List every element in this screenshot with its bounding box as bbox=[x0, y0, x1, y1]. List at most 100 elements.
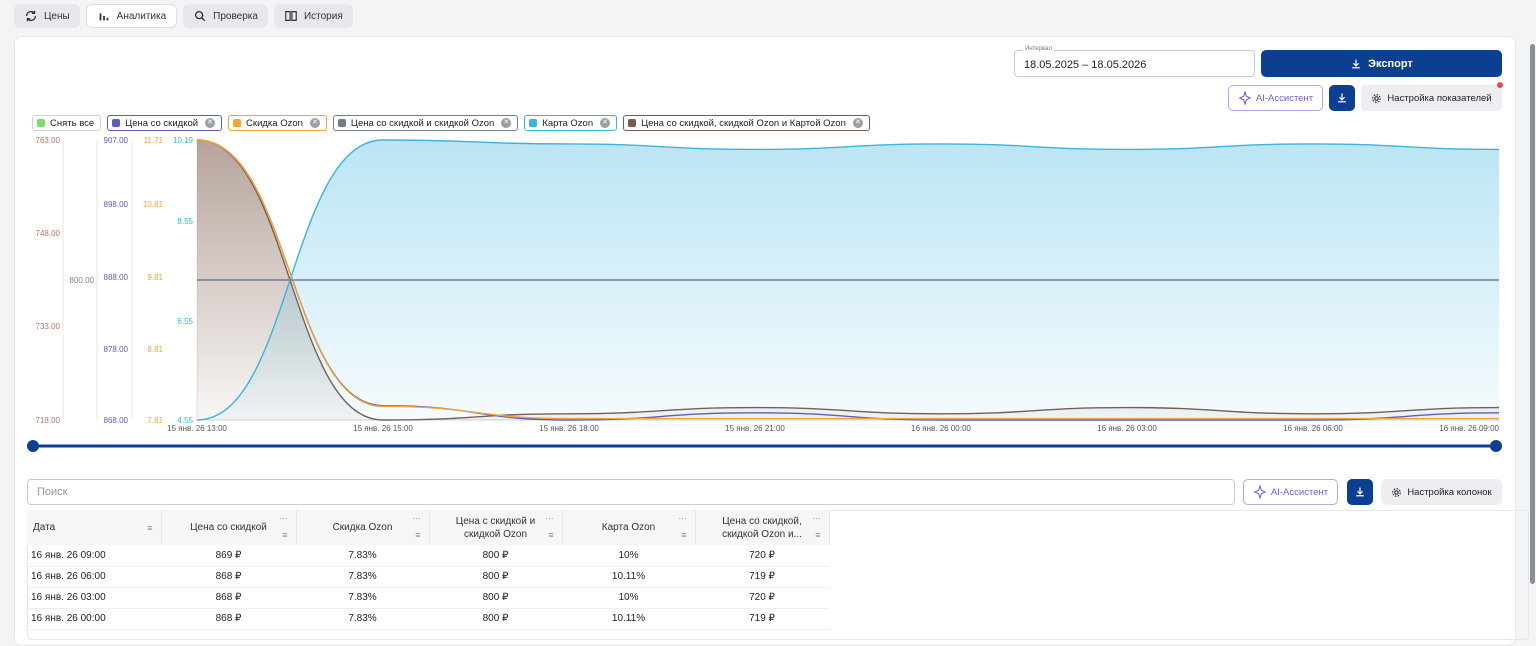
y-tick-label: 8.81 bbox=[147, 345, 163, 354]
cell-full-price: 719 ₽ bbox=[695, 566, 829, 588]
column-header-date[interactable]: Дата ≡ bbox=[27, 510, 162, 545]
cell-date: 16 янв. 26 09:00 bbox=[27, 545, 161, 567]
cell-discount-price: 868 ₽ bbox=[161, 587, 296, 609]
y-tick-label: 9.81 bbox=[147, 273, 163, 282]
remove-icon[interactable]: ✕ bbox=[501, 118, 512, 128]
column-settings-label: Настройка колонок bbox=[1407, 486, 1492, 498]
x-tick-label: 16 янв. 26 00:00 bbox=[911, 424, 971, 433]
range-slider-right-handle[interactable] bbox=[1490, 440, 1502, 452]
remove-icon[interactable]: ✕ bbox=[205, 118, 216, 128]
column-title: Цена с скидкой и скидкой Ozon bbox=[455, 515, 536, 540]
y-tick-label: 8.55 bbox=[177, 217, 193, 226]
table-row[interactable]: 16 янв. 26 00:00 868 ₽ 7.83% 800 ₽ 10.11… bbox=[27, 608, 829, 630]
column-more-icon[interactable]: ⋯ bbox=[280, 512, 288, 525]
column-menu-icon[interactable]: ≡ bbox=[815, 529, 820, 542]
download-icon bbox=[1338, 93, 1346, 103]
legend-chip-price-with-ozon[interactable]: Цена со скидкой и скидкой Ozon ✕ bbox=[332, 115, 519, 131]
legend-chip-ozon-card[interactable]: Карта Ozon ✕ bbox=[524, 115, 618, 131]
y-tick-label: 888.00 bbox=[104, 273, 129, 282]
y-tick-label: 10.81 bbox=[143, 200, 164, 209]
column-menu-icon[interactable]: ≡ bbox=[548, 529, 553, 542]
chart-download-button[interactable] bbox=[1329, 85, 1355, 111]
legend-label: Скидка Ozon bbox=[246, 117, 303, 129]
tab-prices[interactable]: Цены bbox=[14, 4, 80, 28]
cell-date: 16 янв. 26 00:00 bbox=[27, 608, 161, 630]
legend-swatch bbox=[529, 119, 538, 127]
range-slider-left-handle[interactable] bbox=[27, 440, 39, 452]
legend-chip-ozon-discount[interactable]: Скидка Ozon ✕ bbox=[228, 115, 327, 131]
legend-chip-full-price[interactable]: Цена со скидкой, скидкой Ozon и Картой O… bbox=[623, 115, 870, 131]
legend-swatch bbox=[337, 119, 346, 127]
column-title: Карта Ozon bbox=[601, 522, 656, 533]
remove-icon[interactable]: ✕ bbox=[309, 118, 320, 128]
interval-label: Интервал bbox=[1023, 46, 1054, 52]
y-tick-label: 898.00 bbox=[104, 200, 129, 209]
column-menu-icon[interactable]: ≡ bbox=[415, 529, 420, 542]
column-title: Цена со скидкой bbox=[190, 522, 267, 533]
legend-chip-clear-all[interactable]: Снять все bbox=[32, 115, 102, 131]
column-more-icon[interactable]: ⋯ bbox=[679, 512, 687, 525]
legend-chip-discount-price[interactable]: Цена со скидкой ✕ bbox=[107, 115, 223, 131]
table-download-button[interactable] bbox=[1347, 479, 1373, 505]
cell-full-price: 720 ₽ bbox=[695, 587, 829, 609]
legend-label: Цена со скидкой и скидкой Ozon bbox=[350, 117, 495, 129]
x-tick-label: 15 янв. 26 13:00 bbox=[167, 424, 227, 433]
export-button[interactable]: Экспорт bbox=[1261, 50, 1502, 77]
tab-analytics[interactable]: Аналитика bbox=[85, 4, 178, 28]
tab-history[interactable]: История bbox=[273, 4, 353, 28]
table-row[interactable]: 16 янв. 26 09:00 869 ₽ 7.83% 800 ₽ 10% 7… bbox=[27, 545, 829, 567]
cell-ozon-card: 10% bbox=[562, 545, 695, 567]
page-scrollbar[interactable] bbox=[1530, 44, 1535, 584]
search-icon bbox=[195, 10, 206, 22]
cell-ozon-discount: 7.83% bbox=[296, 566, 429, 588]
ai-assistant-button[interactable]: AI-Ассистент bbox=[1228, 85, 1323, 111]
column-title: Цена со скидкой, скидкой Ozon и... bbox=[722, 515, 802, 540]
cell-ozon-card: 10.11% bbox=[562, 566, 695, 588]
column-menu-icon[interactable]: ≡ bbox=[681, 529, 686, 542]
book-icon bbox=[285, 11, 297, 21]
cell-discount-price: 868 ₽ bbox=[161, 608, 296, 630]
column-header-price-with-ozon[interactable]: Цена с скидкой и скидкой Ozon ⋯ ≡ bbox=[429, 510, 563, 545]
table-header-row: Дата ≡ Цена со скидкой ⋯ ≡ Скидка Ozon ⋯ ≡ Це… bbox=[27, 510, 830, 545]
column-more-icon[interactable]: ⋯ bbox=[546, 512, 554, 525]
top-tabs: Цены Аналитика Проверка История bbox=[14, 4, 353, 28]
export-label: Экспорт bbox=[1368, 57, 1413, 70]
legend-label: Цена со скидкой, скидкой Ozon и Картой O… bbox=[641, 117, 846, 129]
legend-label: Карта Ozon bbox=[542, 117, 594, 129]
x-tick-label: 16 янв. 26 09:00 bbox=[1439, 424, 1499, 433]
gear-icon bbox=[1392, 487, 1402, 497]
y-tick-label: 6.55 bbox=[177, 317, 193, 326]
cell-ozon-discount: 7.83% bbox=[296, 608, 429, 630]
column-more-icon[interactable]: ⋯ bbox=[813, 512, 821, 525]
tab-check[interactable]: Проверка bbox=[183, 4, 268, 28]
y-tick-label: 800.00 bbox=[70, 276, 95, 285]
legend-swatch bbox=[112, 119, 121, 127]
x-tick-label: 16 янв. 26 03:00 bbox=[1097, 424, 1157, 433]
cell-price-with-ozon: 800 ₽ bbox=[429, 608, 562, 630]
column-more-icon[interactable]: ⋯ bbox=[413, 512, 421, 525]
table-row[interactable]: 16 янв. 26 06:00 868 ₽ 7.83% 800 ₽ 10.11… bbox=[27, 566, 829, 588]
column-settings-button[interactable]: Настройка колонок bbox=[1381, 479, 1502, 505]
remove-icon[interactable]: ✕ bbox=[852, 118, 863, 128]
cell-ozon-card: 10% bbox=[562, 587, 695, 609]
column-header-ozon-card[interactable]: Карта Ozon ⋯ ≡ bbox=[562, 510, 696, 545]
column-header-full-price[interactable]: Цена со скидкой, скидкой Ozon и... ⋯ ≡ bbox=[695, 510, 830, 545]
table-search-input[interactable]: Поиск bbox=[27, 479, 1235, 505]
indicator-settings-button[interactable]: Настройка показателей bbox=[1361, 85, 1502, 111]
table-row[interactable]: 16 янв. 26 03:00 868 ₽ 7.83% 800 ₽ 10% 7… bbox=[27, 587, 829, 609]
cell-full-price: 720 ₽ bbox=[695, 545, 829, 567]
download-icon bbox=[1356, 487, 1364, 497]
cell-discount-price: 869 ₽ bbox=[161, 545, 296, 567]
sparkle-icon bbox=[1238, 91, 1252, 105]
interval-field[interactable]: Интервал 18.05.2025 – 18.05.2026 bbox=[1014, 46, 1255, 77]
ai-assistant-label: AI-Ассистент bbox=[1255, 92, 1314, 104]
cell-full-price: 719 ₽ bbox=[695, 608, 829, 630]
column-menu-icon[interactable]: ≡ bbox=[282, 529, 287, 542]
column-header-ozon-discount[interactable]: Скидка Ozon ⋯ ≡ bbox=[296, 510, 430, 545]
y-tick-label: 7.81 bbox=[147, 416, 163, 425]
x-tick-label: 15 янв. 26 15:00 bbox=[353, 424, 413, 433]
remove-icon[interactable]: ✕ bbox=[600, 118, 611, 128]
column-header-discount-price[interactable]: Цена со скидкой ⋯ ≡ bbox=[161, 510, 297, 545]
column-menu-icon[interactable]: ≡ bbox=[147, 522, 152, 535]
table-ai-assistant-button[interactable]: AI-Ассистент bbox=[1243, 479, 1338, 505]
